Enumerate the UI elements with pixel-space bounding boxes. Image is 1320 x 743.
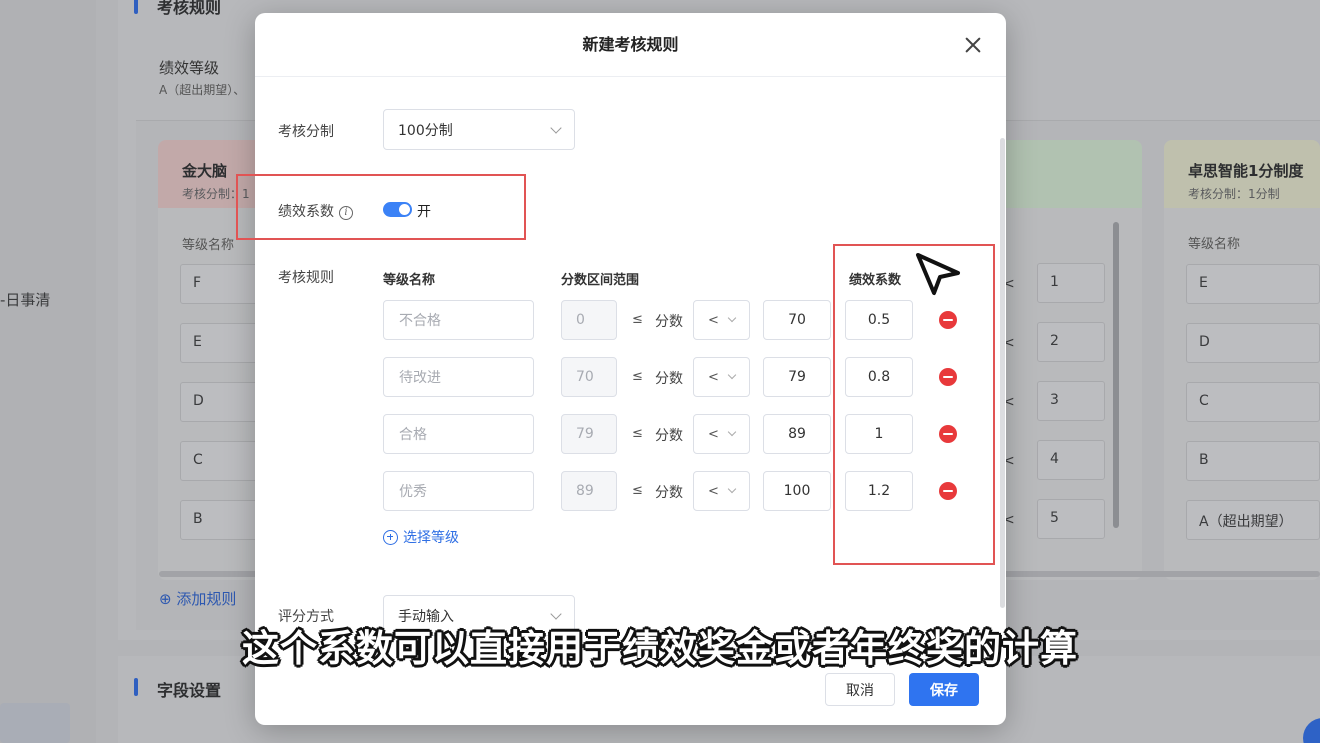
section-rules-title: 考核规则 (157, 0, 222, 17)
cursor-arrow-icon (916, 253, 960, 295)
operator-select[interactable]: < (693, 357, 750, 397)
perf-level-sub: A（超出期望）、 (159, 83, 246, 97)
chevron-down-icon (727, 484, 737, 494)
grade-box: E (1186, 264, 1320, 304)
score-max-input[interactable]: 79 (763, 357, 831, 397)
plan-col-header: 等级名称 (1188, 237, 1241, 252)
leq-sign: ≤ (632, 483, 643, 498)
plan-scrollbar[interactable] (1113, 222, 1119, 528)
grade-col-header: 等级名称 (383, 273, 436, 288)
scoring-system-select[interactable]: 100分制 (383, 109, 575, 150)
score-word: 分数 (655, 485, 683, 501)
grade-box: A（超出期望） (1186, 500, 1320, 540)
plan-sub: 考核分制：1分制 (1188, 187, 1280, 201)
grade-name-input[interactable]: 合格 (383, 414, 534, 454)
num-box: 5 (1037, 499, 1105, 539)
add-rule-label: 添加规则 (176, 590, 237, 608)
operator-value: < (708, 483, 719, 499)
leq-sign: ≤ (632, 312, 643, 327)
cancel-button[interactable]: 取消 (825, 673, 895, 706)
score-min-input: 89 (561, 471, 617, 511)
num-box: 3 (1037, 381, 1105, 421)
plan-name: 卓思智能1分制度 (1188, 162, 1304, 180)
plan-name: 金大脑 (182, 162, 228, 180)
plan-col-header: 等级名称 (182, 238, 235, 253)
grade-name-input[interactable]: 优秀 (383, 471, 534, 511)
annotation-box-coefficient (236, 174, 526, 240)
operator-select[interactable]: < (693, 300, 750, 340)
leq-sign: ≤ (632, 426, 643, 441)
grade-box: C (1186, 382, 1320, 422)
section-bar (134, 678, 138, 696)
nav-selected-item[interactable] (0, 703, 70, 743)
num-box: 2 (1037, 322, 1105, 362)
leq-sign: ≤ (632, 369, 643, 384)
plan-header (1000, 140, 1142, 208)
operator-select[interactable]: < (693, 471, 750, 511)
nav-item-rishiqing[interactable]: -日事清 (0, 289, 50, 310)
chevron-down-icon (727, 427, 737, 437)
select-grade-button[interactable]: 选择等级 (383, 527, 459, 547)
grade-name-input[interactable]: 不合格 (383, 300, 534, 340)
operator-value: < (708, 312, 719, 328)
scoring-system-value: 100分制 (398, 122, 453, 139)
score-min-input: 0 (561, 300, 617, 340)
video-subtitle: 这个系数可以直接用于绩效奖金或者年终奖的计算 (242, 627, 1078, 670)
plan-card-right[interactable]: 卓思智能1分制度 考核分制：1分制 等级名称 E D C B A（超出期望） (1164, 140, 1320, 580)
save-button[interactable]: 保存 (909, 673, 979, 706)
num-box: 4 (1037, 440, 1105, 480)
grade-box: B (1186, 441, 1320, 481)
operator-value: < (708, 369, 719, 385)
score-word: 分数 (655, 428, 683, 444)
score-word: 分数 (655, 371, 683, 387)
grade-name-input[interactable]: 待改进 (383, 357, 534, 397)
operator-value: < (708, 426, 719, 442)
score-word: 分数 (655, 314, 683, 330)
section-fields-title: 字段设置 (157, 681, 222, 700)
section-bar (134, 0, 138, 14)
close-icon[interactable] (961, 33, 985, 57)
select-grade-label: 选择等级 (403, 530, 459, 546)
score-max-input[interactable]: 89 (763, 414, 831, 454)
plus-circle-icon (383, 529, 398, 545)
grade-box: D (1186, 323, 1320, 363)
scoring-system-label: 考核分制 (278, 124, 334, 140)
rules-label: 考核规则 (278, 270, 334, 286)
chevron-down-icon (727, 370, 737, 380)
dialog-scrollbar[interactable] (1000, 138, 1005, 608)
score-min-input: 70 (561, 357, 617, 397)
dialog-title: 新建考核规则 (255, 13, 1006, 77)
chevron-down-icon (727, 313, 737, 323)
score-min-input: 79 (561, 414, 617, 454)
plus-icon: ⊕ (159, 590, 177, 608)
perf-level-title: 绩效等级 (159, 59, 220, 77)
add-rule-link[interactable]: ⊕ 添加规则 (159, 588, 236, 609)
chevron-down-icon (550, 121, 562, 134)
score-max-input[interactable]: 70 (763, 300, 831, 340)
range-col-header: 分数区间范围 (561, 273, 640, 288)
operator-select[interactable]: < (693, 414, 750, 454)
num-box: 1 (1037, 263, 1105, 303)
score-max-input[interactable]: 100 (763, 471, 831, 511)
